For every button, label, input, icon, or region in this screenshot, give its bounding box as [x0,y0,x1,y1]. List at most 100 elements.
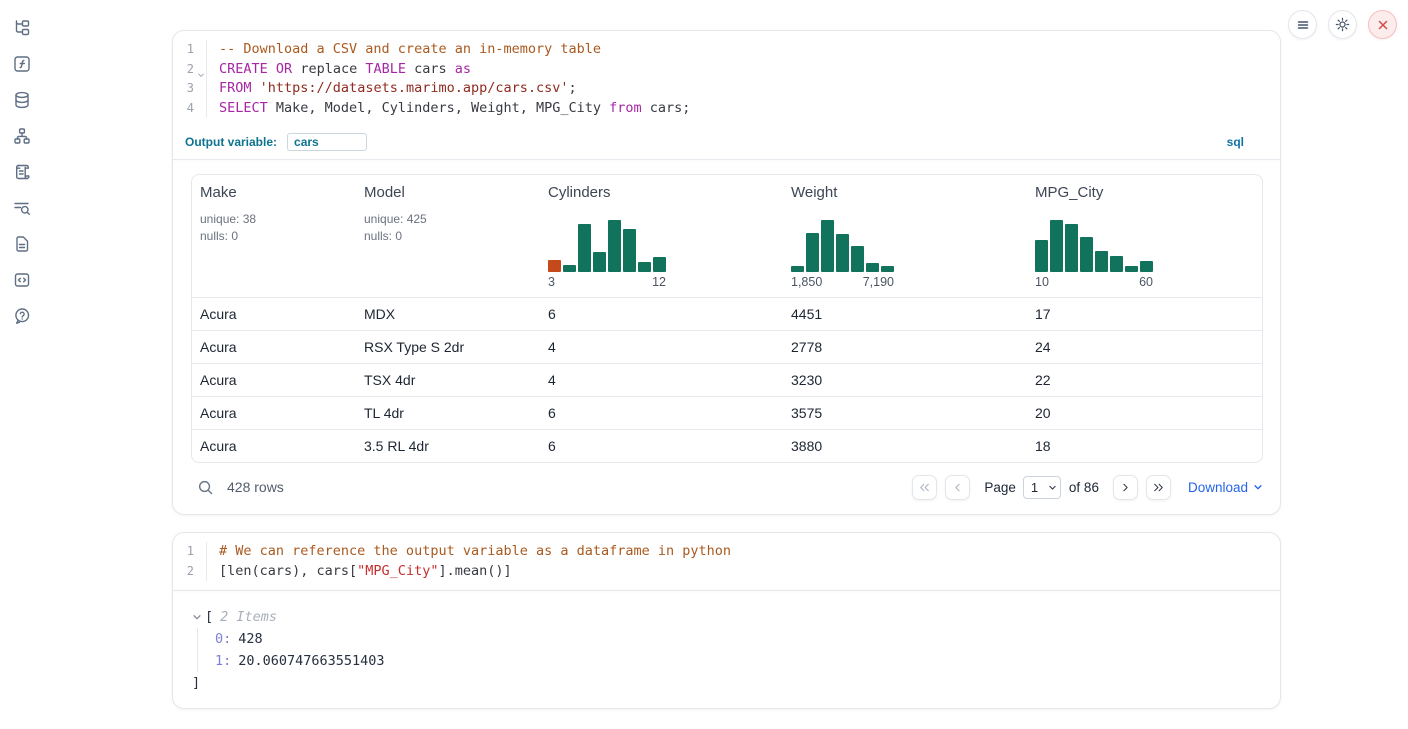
code-line: 3FROM 'https://datasets.marimo.app/cars.… [173,79,1280,99]
hamburger-menu-button[interactable] [1288,10,1317,39]
settings-button[interactable] [1328,10,1357,39]
line-number: 2 [173,562,207,582]
download-label: Download [1188,480,1248,495]
histogram-bar [1080,237,1093,272]
code-line-text: SELECT Make, Model, Cylinders, Weight, M… [207,99,690,119]
table-body: AcuraMDX6445117AcuraRSX Type S 2dr427782… [192,297,1262,462]
table-cell: 3230 [783,372,1027,388]
output-variable-input[interactable] [287,133,367,151]
chevron-down-icon [192,612,202,622]
python-code-editor[interactable]: 1# We can reference the output variable … [173,533,1280,590]
tree-root-row: [ 2 Items [192,606,1264,628]
column-stats: unique: 425nulls: 0 [364,211,532,245]
table-row[interactable]: AcuraMDX6445117 [192,297,1262,330]
table-row[interactable]: AcuraRSX Type S 2dr4277824 [192,330,1262,363]
python-cell: 1# We can reference the output variable … [172,532,1281,709]
table-row[interactable]: AcuraTSX 4dr4323022 [192,363,1262,396]
histogram-bar [563,265,576,272]
line-number: 4 [173,99,207,119]
histogram-bar [821,220,834,272]
chevron-down-icon [1253,482,1263,492]
tree-children: 0:4281:20.060747663551403 [197,628,1264,672]
page-total-label: of 86 [1069,480,1099,495]
histogram-bar [1035,240,1048,272]
hamburger-menu-icon [1295,17,1311,33]
page-select[interactable]: 1 [1023,476,1061,499]
scroll-icon[interactable] [10,160,34,184]
file-tree-icon[interactable] [10,16,34,40]
code-line-text: [len(cars), cars["MPG_City"].mean()] [207,562,512,582]
histogram-bar [1095,251,1108,272]
search-list-icon[interactable] [10,196,34,220]
column-histogram: 1060 [1035,220,1254,289]
column-header-mpg_city[interactable]: MPG_City1060 [1027,175,1262,297]
database-icon[interactable] [10,88,34,112]
histogram-bar [638,262,651,272]
table-cell: 6 [540,306,783,322]
column-header-make[interactable]: Make unique: 38nulls: 0 [192,175,356,297]
collapse-toggle-button[interactable] [192,612,205,622]
pagination: Page 1 of 86 Download [912,475,1263,500]
download-button[interactable]: Download [1188,480,1263,495]
histogram-bar [1050,220,1063,272]
table-cell: 24 [1027,339,1262,355]
code-line: 4SELECT Make, Model, Cylinders, Weight, … [173,99,1280,119]
line-number: 3 [173,79,207,99]
chevrons-right-icon [1152,481,1165,494]
table-cell: 2778 [783,339,1027,355]
table-cell: 6 [540,405,783,421]
column-title: Model [364,184,532,201]
histogram-bar [806,233,819,272]
last-page-button[interactable] [1146,475,1171,500]
items-count-label: 2 Items [220,606,277,628]
column-title: Make [200,184,348,201]
search-button[interactable] [197,479,214,496]
table-cell: MDX [356,306,540,322]
python-cell-output: [ 2 Items 0:4281:20.060747663551403 ] [173,591,1280,708]
tree-entry: 0:428 [215,628,1264,650]
chevron-right-icon [1119,481,1132,494]
tree-entry-value: 428 [238,631,262,647]
function-icon[interactable] [10,52,34,76]
code-line-text: FROM 'https://datasets.marimo.app/cars.c… [207,79,577,99]
shutdown-button[interactable] [1368,10,1397,39]
table-row[interactable]: Acura3.5 RL 4dr6388018 [192,429,1262,462]
table-row[interactable]: AcuraTL 4dr6357520 [192,396,1262,429]
histogram-bars [791,220,1019,272]
previous-page-button[interactable] [945,475,970,500]
column-header-cylinders[interactable]: Cylinders312 [540,175,783,297]
help-icon[interactable] [10,304,34,328]
output-variable-strip: Output variable: sql [173,127,1280,159]
table-header-row: Make unique: 38nulls: 0 Model unique: 425nu… [192,175,1262,297]
table-cell: Acura [192,339,356,355]
left-sidebar [0,16,44,328]
histogram-bar [623,229,636,272]
code-line: 2[len(cars), cars["MPG_City"].mean()] [173,562,1280,582]
snippets-icon[interactable] [10,268,34,292]
histogram-bars [1035,220,1254,272]
close-x-icon [1376,18,1390,32]
column-header-weight[interactable]: Weight 1,8507,190 [783,175,1027,297]
gear-icon [1334,16,1351,33]
column-title: Cylinders [548,184,775,201]
table-cell: TSX 4dr [356,372,540,388]
dataframe-table: Make unique: 38nulls: 0 Model unique: 425nu… [191,174,1263,463]
dependency-graph-icon[interactable] [10,124,34,148]
histogram-bar [548,260,561,272]
line-number: 2 [173,60,207,80]
column-header-model[interactable]: Model unique: 425nulls: 0 [356,175,540,297]
topbar-actions [1288,10,1397,39]
code-line-text: CREATE OR replace TABLE cars as [207,60,471,80]
document-icon[interactable] [10,232,34,256]
column-stats: unique: 38nulls: 0 [200,211,348,245]
histogram-axis-labels: 1,8507,190 [791,275,894,289]
histogram-bar [608,220,621,272]
histogram-bar [1110,256,1123,272]
first-page-button[interactable] [912,475,937,500]
sql-code-editor[interactable]: 1-- Download a CSV and create an in-memo… [173,31,1280,127]
line-number: 1 [173,40,207,60]
table-cell: 4451 [783,306,1027,322]
column-title: Weight [791,184,1019,201]
tree-entry-key: 1: [215,653,231,669]
next-page-button[interactable] [1113,475,1138,500]
